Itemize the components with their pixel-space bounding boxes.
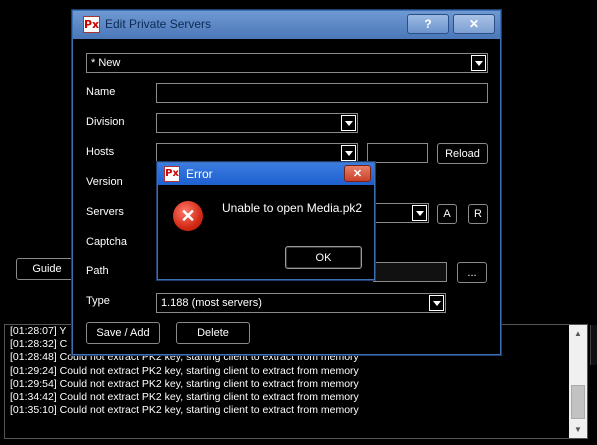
server-select[interactable]: * New (86, 53, 488, 73)
name-label: Name (86, 86, 116, 98)
servers-label: Servers (86, 206, 124, 218)
chevron-down-icon[interactable] (341, 115, 356, 131)
error-close-button[interactable]: ✕ (344, 165, 371, 182)
hosts-label: Hosts (86, 146, 115, 158)
ok-button[interactable]: OK (285, 246, 362, 269)
delete-button[interactable]: Delete (176, 322, 250, 344)
captcha-label: Captcha (86, 236, 127, 248)
log-line: [01:35:10] Could not extract PK2 key, st… (10, 404, 359, 417)
error-dialog: Px Error ✕ ✕ Unable to open Media.pk2 OK (157, 162, 375, 280)
error-icon: ✕ (173, 201, 203, 231)
chevron-down-icon[interactable] (429, 295, 444, 311)
type-select-value: 1.188 (most servers) (161, 297, 262, 309)
port-input[interactable] (367, 143, 428, 163)
log-line: [01:29:54] Could not extract PK2 key, st… (10, 377, 359, 390)
close-button[interactable]: ✕ (453, 14, 495, 34)
app-logo-icon: Px (164, 166, 180, 182)
division-label: Division (86, 116, 125, 128)
window-edge (590, 325, 597, 365)
error-message: Unable to open Media.pk2 (222, 201, 363, 215)
chevron-down-icon[interactable] (341, 145, 356, 161)
type-label: Type (86, 295, 110, 307)
version-label: Version (86, 176, 123, 188)
log-scrollbar[interactable]: ▲ ▼ (569, 325, 587, 438)
scroll-up-arrow-icon[interactable]: ▲ (569, 325, 587, 342)
chevron-down-icon[interactable] (412, 205, 427, 221)
type-select[interactable]: 1.188 (most servers) (156, 293, 446, 313)
log-line: [01:34:42] Could not extract PK2 key, st… (10, 390, 359, 403)
app-logo-icon: Px (83, 16, 100, 33)
a-button[interactable]: A (437, 204, 457, 224)
hosts-select[interactable] (156, 143, 358, 163)
scroll-down-arrow-icon[interactable]: ▼ (569, 421, 587, 438)
dialog-title: Edit Private Servers (105, 17, 212, 31)
browse-button[interactable]: ... (457, 262, 487, 283)
error-title: Error (186, 167, 213, 181)
servers-select[interactable] (373, 203, 429, 223)
path-input[interactable] (373, 262, 447, 282)
guide-button[interactable]: Guide (16, 258, 78, 280)
error-title-bar[interactable]: Px Error ✕ (158, 163, 374, 185)
chevron-down-icon[interactable] (471, 55, 486, 71)
division-select[interactable] (156, 113, 358, 133)
dialog-title-bar[interactable]: Px Edit Private Servers ? ✕ (73, 11, 500, 39)
scrollbar-thumb[interactable] (571, 385, 585, 419)
save-add-button[interactable]: Save / Add (86, 322, 160, 344)
help-button[interactable]: ? (407, 14, 449, 34)
name-input[interactable] (156, 83, 488, 103)
r-button[interactable]: R (468, 204, 488, 224)
path-label: Path (86, 265, 109, 277)
log-line: [01:29:24] Could not extract PK2 key, st… (10, 364, 359, 377)
reload-button[interactable]: Reload (437, 143, 488, 164)
server-select-value: * New (91, 57, 121, 69)
